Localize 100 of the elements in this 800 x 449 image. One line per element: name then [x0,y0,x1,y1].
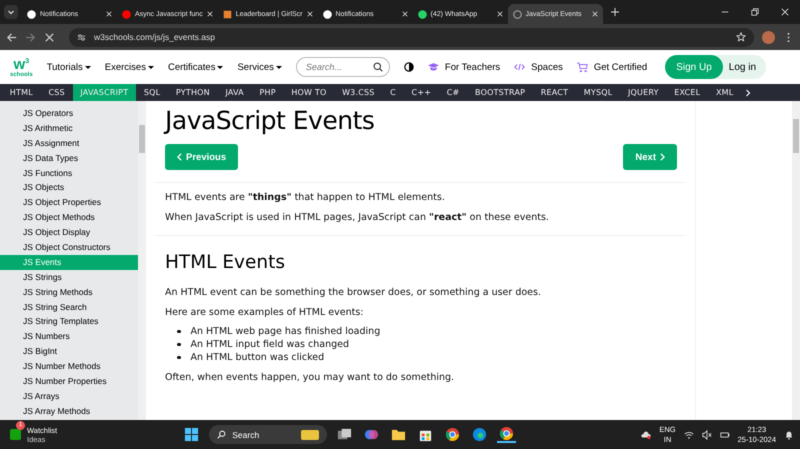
topic-tab[interactable]: MYSQL [576,84,620,101]
topic-tab[interactable]: CSS [40,84,73,101]
sidebar-link[interactable]: JS Objects [0,180,138,196]
close-icon[interactable] [592,11,598,17]
site-icon [122,10,131,18]
new-tab-icon[interactable] [610,8,618,16]
sidebar-link[interactable]: JS Object Methods [0,210,138,226]
sidebar-link[interactable]: JS Arrays [0,388,138,404]
sidebar-link[interactable]: JS Object Properties [0,195,138,210]
topic-tab[interactable]: BOOTSTRAP [467,84,533,101]
code-icon [514,62,526,72]
log-in-button[interactable]: Log in [722,55,766,79]
contrast-icon[interactable] [404,62,414,72]
taskbar-search[interactable]: Search [209,425,328,444]
profile-avatar[interactable] [762,30,775,44]
topic-tab[interactable]: C++ [404,84,439,101]
notification-bell-icon[interactable] [784,430,794,440]
sidebar-link[interactable]: JS String Search [0,300,138,314]
url-text: w3schools.com/js/js_events.asp [94,32,215,42]
wifi-icon[interactable] [684,430,694,440]
nav-link[interactable]: Spaces [514,62,563,72]
address-bar[interactable]: w3schools.com/js/js_events.asp [69,28,754,46]
sidebar-link[interactable]: JS Number Methods [0,359,138,374]
nav-menu[interactable]: Services [237,62,282,72]
sidebar-link[interactable]: JS Assignment [0,136,138,151]
topic-tab[interactable]: HOW TO [284,84,334,101]
bullet-icon [177,356,180,360]
sidebar-link[interactable]: JS Object Constructors [0,240,138,255]
topic-tab[interactable]: HTML [2,84,41,101]
caret-icon [276,64,282,70]
topic-tab[interactable]: JQUERY [620,84,666,101]
search-icon [217,430,226,439]
search-icon[interactable] [372,62,383,72]
topic-tab[interactable]: C [382,84,404,101]
sidebar-link[interactable]: JS Operators [0,106,138,121]
sidebar-link[interactable]: JS Arithmetic [0,120,138,136]
list-item: An HTML web page has finished loading [190,326,380,337]
topic-tab[interactable]: SQL [136,84,168,101]
nav-menu[interactable]: Exercises [104,62,154,72]
close-icon[interactable] [306,11,312,17]
bookmark-star-icon[interactable] [736,32,746,42]
close-icon[interactable] [206,11,213,17]
nav-link[interactable]: Get Certified [576,62,648,72]
battery-icon[interactable] [720,430,730,440]
topic-tab[interactable]: EXCEL [666,84,708,101]
paragraph: Often, when events happen, you may want to do something. [165,372,456,383]
cart-icon [576,62,588,72]
search-field[interactable]: Search... [296,57,390,77]
topic-tab[interactable]: PHP [252,84,284,101]
chevron-right-icon [660,153,665,161]
topic-tab[interactable]: PYTHON [168,84,218,101]
back-icon[interactable] [6,32,17,42]
chrome-icon[interactable] [497,426,516,443]
sidebar-link[interactable]: JS String Templates [0,314,138,330]
scrollbar[interactable] [138,101,146,420]
paragraph: An HTML event can be something the browser does, or something a user does. [165,287,542,298]
bullet-icon [177,330,180,334]
paragraph: HTML events are "things" that happen to HTML elements. [165,192,446,203]
caret-icon [148,64,154,70]
sidebar-link[interactable]: JS BigInt [0,344,138,360]
list-item: An HTML input field was changed [190,339,350,350]
forward-icon[interactable] [25,32,36,42]
scrollbar[interactable] [792,101,800,420]
nav-link[interactable]: For Teachers [428,62,500,72]
scroll-right-icon[interactable] [745,88,752,96]
site-icon [418,10,426,18]
sidebar-link[interactable]: JS String Methods [0,284,138,300]
mute-icon[interactable] [702,430,712,440]
sidebar-link[interactable]: JS Object Display [0,225,138,240]
page-title: JavaScript Events [165,106,376,135]
graduation-cap-icon [428,62,439,72]
topic-tab[interactable]: REACT [532,84,576,101]
restore-icon[interactable] [751,8,759,16]
paragraph: Here are some examples of HTML events: [165,307,365,318]
cloud-icon[interactable] [641,430,652,440]
topic-tab[interactable]: XML [708,84,742,101]
site-settings-icon[interactable] [77,32,86,42]
sidebar-link[interactable]: JS Number Properties [0,374,138,389]
close-icon[interactable] [402,11,408,17]
stop-icon[interactable] [44,32,55,42]
sidebar-link[interactable]: JS Numbers [0,329,138,344]
chevron-left-icon [177,153,182,161]
sidebar-link[interactable]: JS Strings [0,270,138,285]
bullet-icon [177,342,180,346]
sidebar-link[interactable]: JS Functions [0,166,138,180]
topic-tab[interactable]: W3.CSS [334,84,382,101]
topic-tab[interactable]: JAVA [218,84,252,101]
topic-tab[interactable]: C# [438,84,468,101]
site-icon [222,10,232,18]
close-icon[interactable] [496,11,502,17]
nav-menu[interactable]: Tutorials [46,62,91,72]
site-icon [27,10,36,18]
paragraph: When JavaScript is used in HTML pages, JavaScript can "react" on these events. [165,212,550,223]
sidebar-link[interactable]: JS Array Methods [0,404,138,419]
tab-search-icon[interactable] [4,5,18,19]
nav-menu[interactable]: Certificates [168,62,224,72]
close-icon[interactable] [781,8,789,16]
site-icon [322,10,332,18]
sidebar-link[interactable]: JS Data Types [0,150,138,166]
close-icon[interactable] [106,11,112,17]
